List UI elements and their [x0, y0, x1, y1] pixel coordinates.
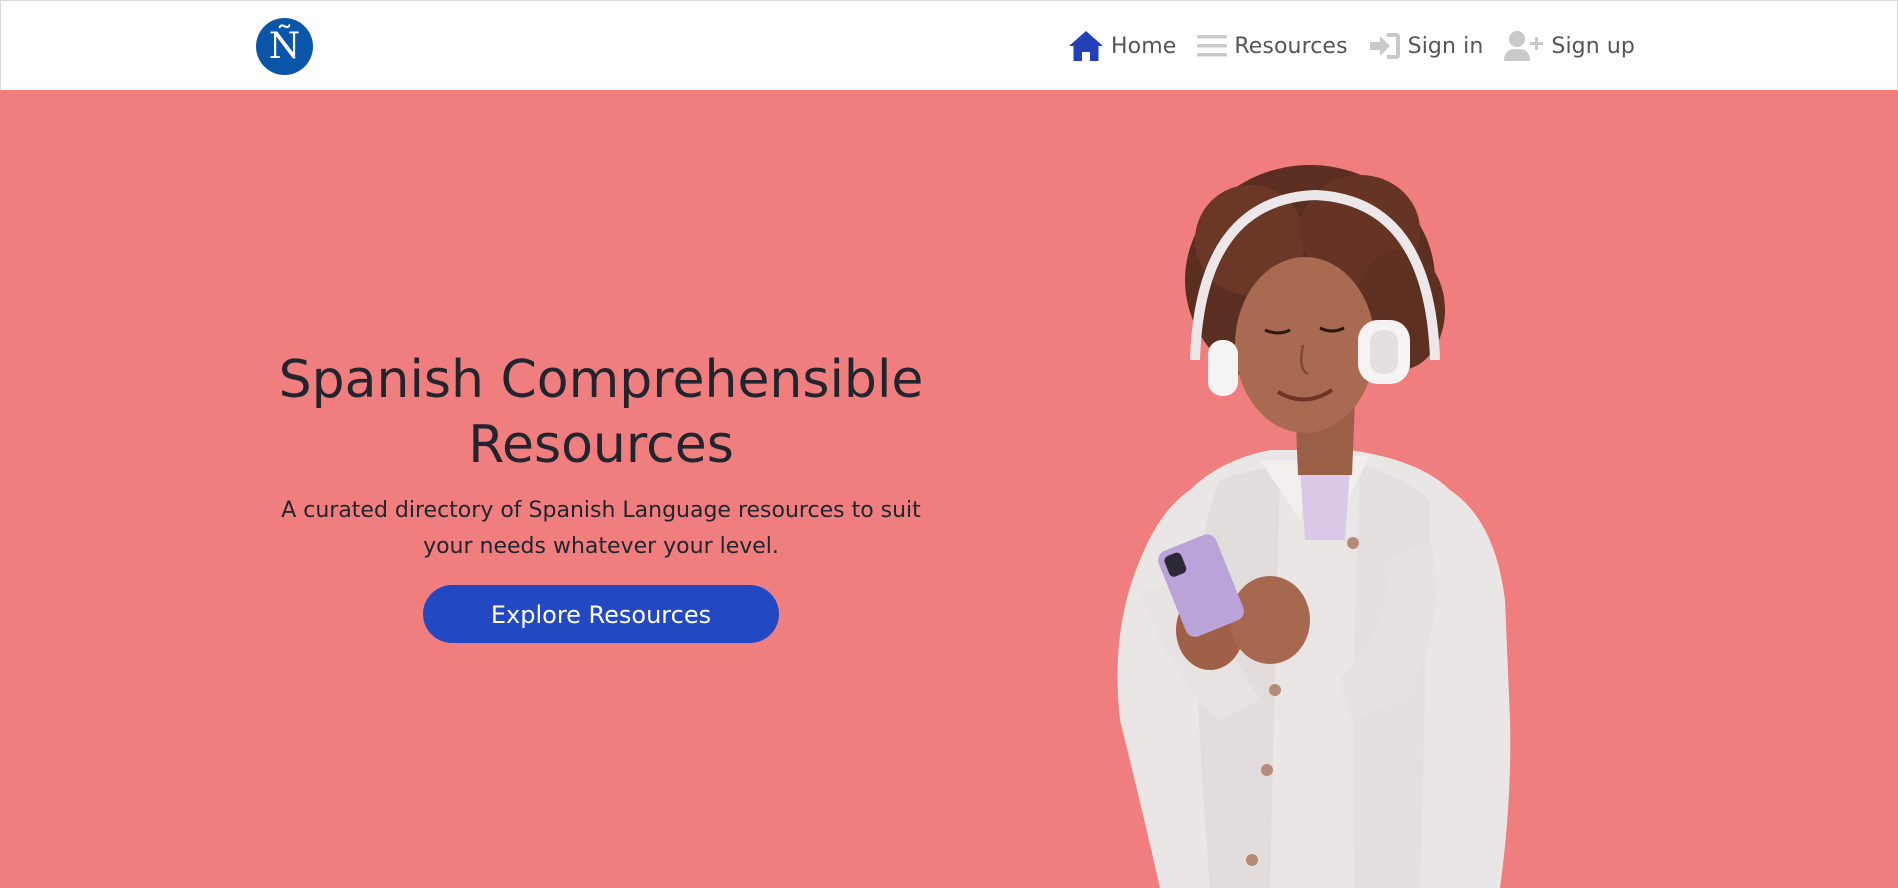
hero-section: Spanish Comprehensible Resources A curat…: [0, 90, 1898, 888]
nav-label-home: Home: [1111, 33, 1177, 59]
nav-label-sign-in: Sign in: [1407, 33, 1484, 59]
nav-label-sign-up: Sign up: [1551, 33, 1635, 59]
nav-item-sign-up[interactable]: Sign up: [1503, 29, 1635, 63]
hero-subtitle: A curated directory of Spanish Language …: [281, 498, 921, 559]
nav-item-resources[interactable]: Resources: [1196, 32, 1348, 60]
navbar: Ñ Home Resources Sign in Sign up: [0, 0, 1898, 91]
sign-in-icon: [1368, 30, 1402, 62]
home-icon: [1067, 29, 1105, 63]
hero-text: Spanish Comprehensible Resources A curat…: [246, 348, 956, 643]
user-plus-icon: [1503, 29, 1545, 63]
nav-item-sign-in[interactable]: Sign in: [1368, 30, 1484, 62]
explore-resources-button[interactable]: Explore Resources: [423, 585, 779, 643]
nav-item-home[interactable]: Home: [1067, 29, 1176, 63]
site-logo[interactable]: Ñ: [256, 18, 313, 75]
page: Ñ Home Resources Sign in Sign up Spanish…: [0, 0, 1898, 888]
hero-woman-image: [1100, 160, 1530, 888]
logo-glyph: Ñ: [268, 25, 301, 67]
hero-title: Spanish Comprehensible Resources: [278, 350, 924, 475]
nav-links: Home Resources Sign in Sign up: [1067, 26, 1635, 66]
nav-label-resources: Resources: [1234, 33, 1348, 59]
menu-icon: [1196, 32, 1228, 60]
